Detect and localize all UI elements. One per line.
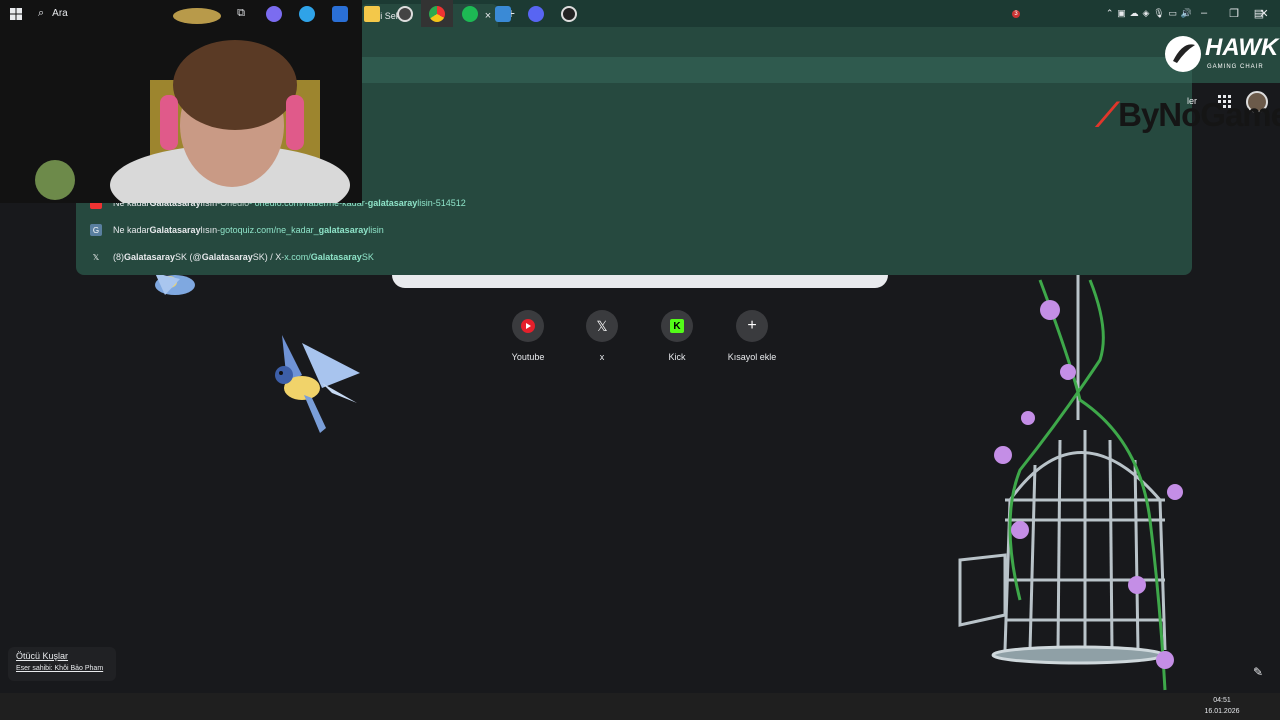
clock-time: 04:51 <box>1213 697 1231 704</box>
shield-icon[interactable]: ◈ <box>1142 8 1149 19</box>
shortcut-label: Kısayol ekle <box>727 352 777 362</box>
attribution-author[interactable]: Eser sahibi: Khôi Bảo Pham <box>16 665 108 672</box>
taskbar-search[interactable]: ⌕ Ara <box>38 0 158 27</box>
kick-icon: K <box>670 319 684 333</box>
suggestion-url: lisin-514512 <box>417 198 466 208</box>
chrome-icon[interactable] <box>421 0 453 27</box>
screen: Yeni Sekme × + – ❐ ✕ Ne kadar Galatasara… <box>0 0 1280 720</box>
cloud-icon[interactable]: ☁ <box>1130 8 1139 19</box>
suggestion-url: gotoquiz.com/ne_kadar_ <box>220 225 319 235</box>
file-explorer-icon[interactable] <box>359 0 385 27</box>
shortcut-label: Kick <box>668 352 686 362</box>
plus-icon: + <box>747 317 757 334</box>
shortcut-kick[interactable]: K Kick <box>637 310 717 362</box>
suggestion-row[interactable]: 𝕏 (8) Galatasaray SK (@ Galatasaray SK) / … <box>90 246 374 268</box>
edit-icon[interactable]: ✎ <box>1248 662 1268 682</box>
taskbar-search-label: Ara <box>52 8 68 19</box>
x-icon: 𝕏 <box>596 317 608 334</box>
shortcut-x[interactable]: 𝕏 x <box>562 310 642 362</box>
suggestion-url-highlight: Galatasaray <box>310 252 362 262</box>
gotoquiz-icon: G <box>90 224 102 236</box>
suggestion-highlight: Galatasaray <box>149 225 201 235</box>
suggestion-text: SK (@ <box>175 252 202 262</box>
windows-icon <box>10 7 22 20</box>
search-highlight-icon[interactable] <box>170 0 224 27</box>
outlook-icon[interactable] <box>327 0 353 27</box>
bynogame-logo: ⟋ByNoGame <box>1096 96 1280 135</box>
shortcut-label: x <box>599 352 605 362</box>
discord-icon[interactable] <box>523 0 549 27</box>
start-button[interactable] <box>6 0 26 27</box>
shortcut-icon-wrap <box>512 310 544 342</box>
bynogame-text: ByNoGame <box>1118 96 1280 133</box>
chevron-up-icon[interactable]: ⌃ <box>1106 8 1114 19</box>
notification-center-icon[interactable]: ▤ <box>1250 0 1268 27</box>
bird-illustration <box>155 273 195 295</box>
suggestion-text: lısın <box>200 225 218 235</box>
obs-icon[interactable] <box>556 0 582 27</box>
youtube-icon <box>521 319 535 333</box>
suggestion-url-highlight: galatasaray <box>318 225 369 235</box>
suggestion-highlight: Galatasaray <box>124 252 176 262</box>
shortcut-youtube[interactable]: Youtube <box>488 310 568 362</box>
taskbar-clock[interactable]: 04:51 16.01.2026 <box>1200 695 1244 717</box>
notification-badge: 3 <box>1010 0 1022 27</box>
shortcut-icon-wrap: + <box>736 310 768 342</box>
app-icon[interactable] <box>490 0 516 27</box>
shortcut-label: Youtube <box>511 352 545 362</box>
task-view-icon[interactable]: ⧉ <box>228 0 254 27</box>
hawk-logo: HAWK GAMING CHAIR <box>1163 33 1279 77</box>
shortcut-add[interactable]: + Kısayol ekle <box>712 310 792 362</box>
suggestion-text: Ne kadar <box>113 225 150 235</box>
background-attribution: Ötücü Kuşlar Eser sahibi: Khôi Bảo Pham <box>8 647 116 681</box>
suggestion-url: lisin <box>368 225 384 235</box>
hawk-text: HAWK <box>1205 34 1279 61</box>
microphone-icon[interactable]: 🎙 <box>1153 8 1164 19</box>
suggestion-url-highlight: galatasaray <box>367 198 418 208</box>
shortcut-icon-wrap: 𝕏 <box>586 310 618 342</box>
volume-icon[interactable]: 🔊 <box>1181 8 1192 19</box>
suggestion-highlight: Galatasaray <box>201 252 253 262</box>
search-icon: ⌕ <box>38 7 45 19</box>
suggestion-url: x.com/ <box>284 252 311 262</box>
system-tray[interactable]: ⌃ ▣ ☁ ◈ 🎙 ▭ 🔊 <box>1104 0 1194 27</box>
hawk-subtitle: GAMING CHAIR <box>1207 64 1264 70</box>
attribution-title[interactable]: Ötücü Kuşlar <box>16 651 108 661</box>
network-icon[interactable]: ▭ <box>1168 8 1177 19</box>
taskbar <box>0 693 1280 720</box>
webcam-overlay <box>0 0 362 203</box>
x-icon: 𝕏 <box>92 252 100 262</box>
clock-date: 16.01.2026 <box>1204 708 1240 715</box>
suggestion-row[interactable]: G Ne kadar Galatasaray lısın - gotoquiz.c… <box>90 219 384 241</box>
xbox-icon[interactable] <box>392 0 418 27</box>
suggestion-text: SK) / X <box>252 252 282 262</box>
copilot-icon[interactable] <box>261 0 287 27</box>
suggestion-url: SK <box>361 252 374 262</box>
spotify-icon[interactable] <box>457 0 483 27</box>
bird-illustration <box>275 335 360 433</box>
tray-app-icon[interactable]: ▣ <box>1117 8 1126 19</box>
edge-icon[interactable] <box>294 0 320 27</box>
shortcut-icon-wrap: K <box>661 310 693 342</box>
suggestion-text: (8) <box>113 252 124 262</box>
birdcage-illustration <box>958 275 1167 665</box>
